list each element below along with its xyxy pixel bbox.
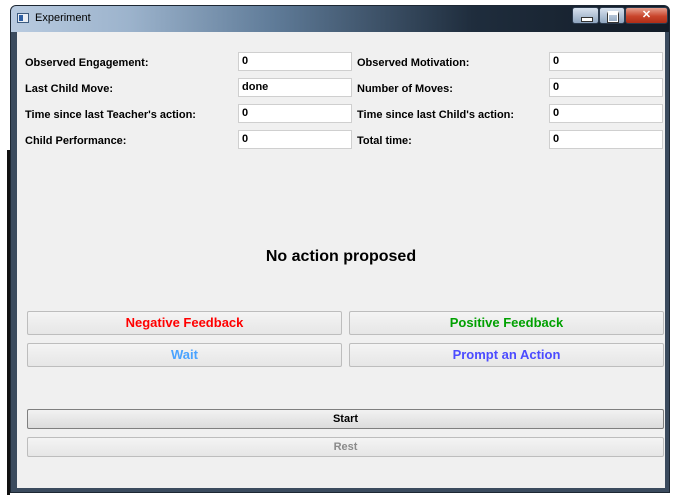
number-of-moves-label: Number of Moves:	[357, 83, 453, 95]
title-bar[interactable]: Experiment ✕	[11, 6, 669, 32]
close-icon: ✕	[641, 9, 652, 21]
observed-motivation-field[interactable]: 0	[549, 52, 663, 71]
time-since-child-label: Time since last Child's action:	[357, 109, 515, 121]
maximize-button[interactable]	[599, 7, 625, 24]
rest-button[interactable]: Rest	[27, 437, 664, 457]
observed-motivation-label: Observed Motivation:	[357, 57, 470, 69]
experiment-window: Experiment ✕ Observed Engagement: 0 Obse…	[10, 5, 670, 493]
start-button[interactable]: Start	[27, 409, 664, 429]
number-of-moves-field[interactable]: 0	[549, 78, 663, 97]
total-time-field[interactable]: 0	[549, 130, 663, 149]
proposed-action-status: No action proposed	[265, 248, 417, 265]
prompt-action-button[interactable]: Prompt an Action	[349, 343, 664, 367]
last-child-move-field[interactable]: done	[238, 78, 352, 97]
total-time-label: Total time:	[357, 135, 412, 147]
observed-engagement-label: Observed Engagement:	[25, 57, 149, 69]
minimize-icon	[581, 17, 593, 22]
observed-engagement-field[interactable]: 0	[238, 52, 352, 71]
minimize-button[interactable]	[572, 7, 599, 24]
time-since-teacher-field[interactable]: 0	[238, 104, 352, 123]
time-since-teacher-label: Time since last Teacher's action:	[25, 109, 196, 121]
negative-feedback-button[interactable]: Negative Feedback	[27, 311, 342, 335]
wait-button[interactable]: Wait	[27, 343, 342, 367]
maximize-icon	[607, 11, 619, 23]
client-area: Observed Engagement: 0 Observed Motivati…	[17, 32, 665, 488]
positive-feedback-button[interactable]: Positive Feedback	[349, 311, 664, 335]
time-since-child-field[interactable]: 0	[549, 104, 663, 123]
window-title: Experiment	[35, 12, 91, 24]
child-performance-field[interactable]: 0	[238, 130, 352, 149]
close-button[interactable]: ✕	[625, 7, 668, 24]
app-window-icon	[17, 13, 29, 23]
last-child-move-label: Last Child Move:	[25, 83, 114, 95]
child-performance-label: Child Performance:	[25, 135, 127, 147]
